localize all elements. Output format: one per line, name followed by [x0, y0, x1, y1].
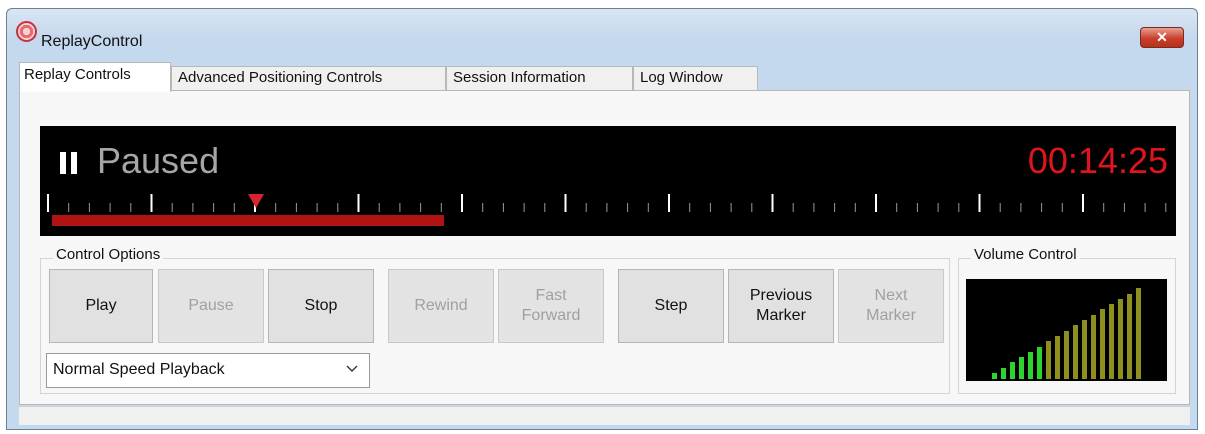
progress-bar [52, 215, 444, 226]
playback-speed-select[interactable]: Normal Speed Playback [46, 353, 370, 388]
volume-level-bar [992, 373, 997, 379]
volume-level-bar [1082, 320, 1087, 379]
pause-button[interactable]: Pause [158, 269, 264, 343]
rewind-button[interactable]: Rewind [388, 269, 494, 343]
volume-level-bar [1028, 351, 1033, 379]
chevron-down-icon [346, 365, 358, 372]
volume-level-bar [1100, 309, 1105, 379]
playhead-marker-icon[interactable] [248, 194, 264, 208]
step-button[interactable]: Step [618, 269, 724, 343]
stop-button[interactable]: Stop [268, 269, 374, 343]
volume-level-bar [1064, 330, 1069, 379]
window-title: ReplayControl [41, 33, 143, 50]
playback-speed-value: Normal Speed Playback [53, 361, 225, 378]
volume-level-bar [1127, 293, 1132, 379]
previous-marker-button[interactable]: Previous Marker [728, 269, 834, 343]
volume-level-bar [1109, 304, 1114, 379]
play-button[interactable]: Play [49, 269, 153, 343]
control-options-label: Control Options [53, 246, 164, 263]
close-button[interactable]: ✕ [1140, 27, 1184, 48]
title-bar[interactable] [7, 9, 1197, 39]
tab-session-information[interactable]: Session Information [446, 66, 633, 90]
fast-forward-button[interactable]: Fast Forward [498, 269, 604, 343]
volume-level-bar [1019, 357, 1024, 379]
status-strip [19, 406, 1190, 425]
tab-advanced-positioning-controls[interactable]: Advanced Positioning Controls [171, 66, 446, 90]
playback-status: Paused [97, 140, 220, 181]
volume-level-bar [1046, 341, 1051, 379]
app-logo-icon [16, 21, 37, 42]
volume-level-bar [1136, 288, 1141, 379]
progress-track [52, 215, 444, 226]
volume-meter[interactable] [966, 279, 1167, 381]
tab-log-window[interactable]: Log Window [633, 66, 758, 90]
volume-control-label: Volume Control [971, 246, 1080, 263]
volume-level-bar [1091, 314, 1096, 379]
volume-level-bar [1001, 367, 1006, 379]
tab-replay-controls[interactable]: Replay Controls [19, 62, 171, 92]
playback-time: 00:14:25 [1027, 140, 1168, 181]
volume-level-bar [1037, 346, 1042, 379]
pause-status-icon [60, 152, 80, 174]
volume-level-bar [1073, 325, 1078, 379]
volume-level-bar [1010, 362, 1015, 379]
volume-level-bar [1118, 298, 1123, 379]
volume-level-bar [1055, 335, 1060, 379]
next-marker-button[interactable]: Next Marker [838, 269, 944, 343]
